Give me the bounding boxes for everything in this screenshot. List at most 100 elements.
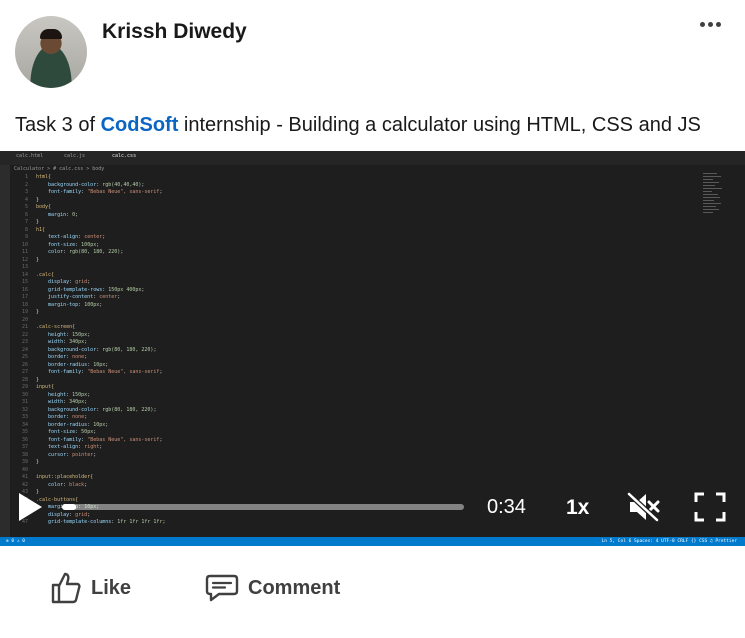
code-token: 150px 400px <box>108 286 142 293</box>
code-token: 10px <box>93 421 106 428</box>
speed-button[interactable]: 1x <box>566 496 589 520</box>
code-token: margin-top <box>36 301 79 308</box>
code-line: 25 border: none; <box>14 354 694 362</box>
code-line: 22 height: 150px; <box>14 332 694 340</box>
code-token: font-family <box>36 189 82 195</box>
code-token: 50px <box>81 429 94 435</box>
code-line: 2 background-color: rgb(40,40,40); <box>14 182 694 190</box>
code-token: html{ <box>36 174 52 180</box>
code-line: 32 background-color: rgb(80, 180, 220); <box>14 407 694 415</box>
code-line: 12} <box>14 257 694 265</box>
code-token: 100px <box>81 241 97 248</box>
mention-link[interactable]: CodSoft <box>101 114 179 136</box>
code-token: font-size <box>36 429 76 435</box>
code-token: ; <box>84 354 88 360</box>
mute-icon[interactable] <box>626 491 661 523</box>
fullscreen-icon[interactable] <box>694 492 726 522</box>
code-token: justify-content <box>36 294 94 300</box>
line-number: 23 <box>21 339 28 345</box>
code-token: ; <box>84 399 88 405</box>
line-number: 41 <box>21 474 28 480</box>
progress-bar[interactable] <box>62 504 464 510</box>
code-token: ; <box>141 181 145 188</box>
editor-minimap <box>703 173 723 243</box>
code-token: input::placeholder{ <box>36 474 94 480</box>
code-line: 6 margin: 0; <box>14 212 694 220</box>
code-token: rgb(80, 180, 220) <box>69 249 121 255</box>
line-number: 22 <box>21 331 28 338</box>
code-token: none <box>72 414 85 420</box>
code-area: 1 html{2 background-color: rgb(40,40,40);… <box>14 174 694 527</box>
code-token: rgb(40,40,40) <box>102 181 142 188</box>
line-number: 36 <box>21 436 28 443</box>
code-token: 150px <box>72 331 88 338</box>
code-token: ; <box>159 369 163 375</box>
code-token: } <box>36 376 40 383</box>
line-number: 12 <box>21 256 28 263</box>
code-token: ; <box>159 189 163 195</box>
line-number: 39 <box>21 459 28 465</box>
line-number: 32 <box>21 406 28 413</box>
code-token: ; <box>93 451 97 458</box>
code-token: 340px <box>69 339 85 345</box>
line-number: 11 <box>21 249 28 255</box>
code-token: "Bebas Neue", sans-serif <box>87 189 160 195</box>
code-line: 41 input::placeholder{ <box>14 474 694 482</box>
code-line: 21 .calc-screen{ <box>14 324 694 332</box>
code-token: ; <box>87 331 91 338</box>
line-number: 29 <box>21 384 28 390</box>
code-token: ; <box>96 241 100 248</box>
line-number: 17 <box>21 294 28 300</box>
code-line: 28} <box>14 377 694 385</box>
code-line: 30 height: 150px; <box>14 392 694 400</box>
code-line: 40 <box>14 467 694 475</box>
avatar[interactable] <box>15 16 87 88</box>
code-token: ; <box>120 249 124 255</box>
video-player[interactable]: calc.html calc.js calc.css Calculator > … <box>0 151 745 546</box>
more-icon[interactable] <box>696 14 724 34</box>
code-token: ; <box>153 346 157 353</box>
line-number: 2 <box>24 181 28 188</box>
code-token: ; <box>87 279 91 285</box>
line-number: 14 <box>21 271 28 278</box>
code-token: background-color <box>36 406 97 413</box>
code-token: ; <box>99 444 103 450</box>
code-token: right <box>84 444 100 450</box>
code-token: 150px <box>72 391 88 398</box>
code-token: pointer <box>72 451 94 458</box>
comment-icon <box>205 574 239 602</box>
code-token: font-family <box>36 369 82 375</box>
code-token: ; <box>99 301 103 308</box>
code-token: ; <box>159 436 163 443</box>
code-token: "Bebas Neue", sans-serif <box>87 369 160 375</box>
post-text: Task 3 of CodSoft internship - Building … <box>15 114 701 137</box>
author-name[interactable]: Krissh Diwedy <box>102 20 247 44</box>
code-token: height <box>36 331 67 338</box>
code-token: grid <box>75 279 88 285</box>
editor-tab: calc.css <box>112 153 137 159</box>
line-number: 38 <box>21 451 28 458</box>
code-line: 16 grid-template-rows: 150px 400px; <box>14 287 694 295</box>
line-number: 24 <box>21 346 28 353</box>
line-number: 10 <box>21 241 28 248</box>
code-token: font-size <box>36 241 76 248</box>
code-line: 37 text-align: right; <box>14 444 694 452</box>
code-token: ; <box>105 421 109 428</box>
code-token: } <box>36 219 40 225</box>
code-token: } <box>36 256 40 263</box>
code-token: ; <box>117 294 121 300</box>
comment-button[interactable]: Comment <box>205 568 340 608</box>
code-line: 29 input{ <box>14 384 694 392</box>
play-icon[interactable] <box>17 492 43 522</box>
line-number: 21 <box>21 324 28 330</box>
line-number: 3 <box>24 189 28 195</box>
editor-activity-bar <box>0 165 10 537</box>
code-token: } <box>36 196 40 203</box>
like-button[interactable]: Like <box>50 568 131 608</box>
editor-breadcrumb: Calculator > # calc.css > body <box>14 166 105 172</box>
line-number: 16 <box>21 286 28 293</box>
line-number: 37 <box>21 444 28 450</box>
code-token: border-radius <box>36 421 88 428</box>
code-token: text-align <box>36 444 79 450</box>
code-line: 8 h1{ <box>14 227 694 235</box>
